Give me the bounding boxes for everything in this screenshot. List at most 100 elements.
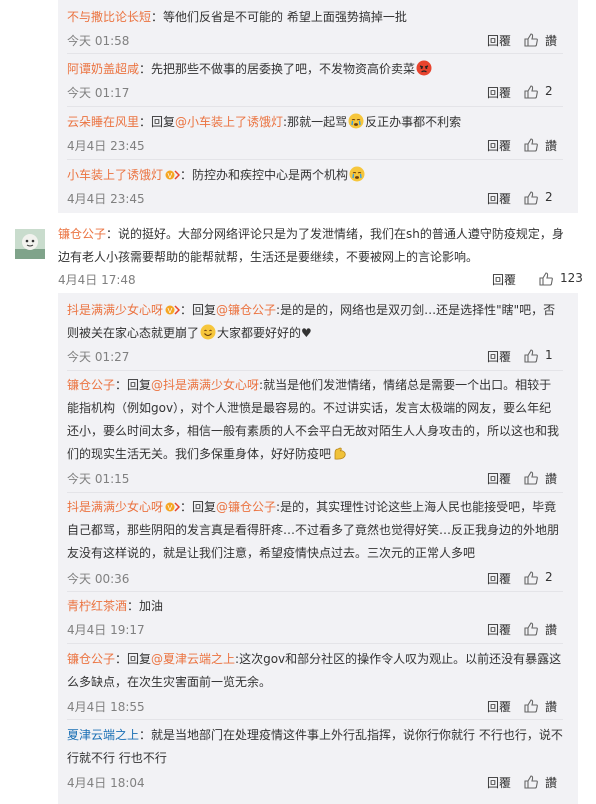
- angry-face-icon: [416, 60, 432, 76]
- divider: [67, 492, 563, 493]
- avatar-image: [15, 229, 45, 259]
- smile-face-icon: [200, 324, 216, 340]
- mention-link[interactable]: @夏津云端之上: [151, 652, 235, 666]
- like-button[interactable]: 123: [538, 271, 583, 287]
- thumbs-up-icon: [524, 33, 538, 47]
- divider: [67, 643, 563, 644]
- reply-button[interactable]: 回覆: [487, 190, 511, 207]
- thumbs-up-icon: [524, 138, 538, 152]
- reply-button[interactable]: 回覆: [487, 570, 511, 587]
- username-link[interactable]: 云朵睡在风里: [67, 115, 139, 129]
- like-button[interactable]: 讚: [523, 32, 563, 48]
- divider: [67, 370, 563, 371]
- crying-face-icon: [348, 113, 364, 129]
- sub-reply: 镰仓公子：回复@夏津云端之上:这次gov和部分社区的操作令人叹为观止。以前还没有…: [67, 648, 563, 714]
- like-count: 讚: [545, 623, 558, 637]
- like-count: 2: [545, 190, 553, 204]
- divider: [67, 719, 563, 720]
- sub-reply-content: 镰仓公子：回复@抖是满满少女心呀:就当是他们发泄情绪，情绪总是需要一个出口。相较…: [67, 378, 560, 461]
- username-link[interactable]: 不与撒比论长短: [67, 10, 151, 24]
- username-link[interactable]: 镰仓公子: [67, 378, 115, 392]
- sub-reply: 镰仓公子：回复@抖是满满少女心呀:就当是他们发泄情绪，情绪总是需要一个出口。相较…: [67, 374, 563, 486]
- crying-face-icon: [349, 166, 365, 182]
- sub-reply-content: 青柠红茶酒：加油: [67, 599, 164, 613]
- timestamp: 4月4日 23:45: [67, 139, 145, 153]
- sub-reply: 抖是满满少女心呀 V ：回复@镰仓公子:是的是的，网络也是双刃剑…还是选择性"瞎"吧…: [67, 299, 563, 364]
- mention-link[interactable]: @小车装上了诱饿灯: [175, 115, 283, 129]
- like-button[interactable]: 2: [523, 84, 563, 100]
- reply-button[interactable]: 回覆: [487, 348, 511, 365]
- like-button[interactable]: 2: [523, 570, 563, 586]
- mention-link[interactable]: @镰仓公子: [216, 303, 276, 317]
- timestamp: 今天 01:15: [67, 472, 130, 486]
- timestamp: 今天 00:36: [67, 572, 130, 586]
- divider: [67, 591, 563, 592]
- vip-badge-icon: V: [165, 502, 181, 512]
- username-link[interactable]: 镰仓公子: [58, 227, 106, 241]
- reply-button[interactable]: 回覆: [487, 32, 511, 49]
- like-count: 讚: [545, 34, 558, 48]
- sub-reply: 抖是满满少女心呀 V ：回复@镰仓公子:是的，其实理性讨论这些上海人民也能接受吧，毕…: [67, 496, 563, 586]
- timestamp: 今天 01:58: [67, 34, 130, 48]
- sub-reply-content: 抖是满满少女心呀 V ：回复@镰仓公子:是的，其实理性讨论这些上海人民也能接受吧，毕…: [67, 500, 560, 560]
- username-link[interactable]: 青柠红茶酒: [67, 599, 127, 613]
- like-count: 2: [545, 570, 553, 584]
- thumbs-up-icon: [524, 571, 538, 585]
- reply-button[interactable]: 回覆: [492, 271, 516, 288]
- sub-reply-list-bottom: 抖是满满少女心呀 V ：回复@镰仓公子:是的是的，网络也是双刃剑…还是选择性"瞎"吧…: [58, 293, 578, 804]
- sub-reply-content: 阿谭奶盖超咸：先把那些不做事的居委换了吧，不发物资高价卖菜: [67, 58, 563, 81]
- sub-reply-list-top: 不与撒比论长短：等他们反省是不可能的 希望上面强势搞掉一批 今天 01:58 回…: [58, 0, 578, 213]
- like-count: 2: [545, 84, 553, 98]
- like-count: 讚: [545, 139, 558, 153]
- like-button[interactable]: 讚: [523, 774, 563, 790]
- reply-button[interactable]: 回覆: [487, 621, 511, 638]
- timestamp: 今天 01:17: [67, 86, 130, 100]
- thumbs-up-icon: [524, 85, 538, 99]
- like-button[interactable]: 讚: [523, 621, 563, 637]
- sub-reply: 小车装上了诱饿灯 V ：防控办和疾控中心是两个机构 4月4日 23:45 回覆 2: [67, 164, 563, 206]
- like-button[interactable]: 讚: [523, 470, 563, 486]
- like-button[interactable]: 2: [523, 190, 563, 206]
- reply-button[interactable]: 回覆: [487, 470, 511, 487]
- sub-reply: 阿谭奶盖超咸：先把那些不做事的居委换了吧，不发物资高价卖菜 今天 01:17 回…: [67, 58, 563, 100]
- username-link[interactable]: 小车装上了诱饿灯: [67, 168, 163, 182]
- divider: [67, 53, 563, 54]
- username-link[interactable]: 夏津云端之上: [67, 728, 139, 742]
- divider: [67, 159, 563, 160]
- like-count: 讚: [545, 700, 558, 714]
- mention-link[interactable]: @镰仓公子: [216, 500, 276, 514]
- username-link[interactable]: 阿谭奶盖超咸: [67, 62, 139, 76]
- username-link[interactable]: 镰仓公子: [67, 652, 115, 666]
- svg-text:V: V: [168, 172, 173, 180]
- muscle-icon: [334, 447, 346, 460]
- reply-button[interactable]: 回覆: [487, 698, 511, 715]
- sub-reply-content: 云朵睡在风里：回复@小车装上了诱饿灯:那就一起骂 反正办事都不利索: [67, 113, 462, 129]
- timestamp: 4月4日 18:04: [67, 776, 145, 790]
- like-count: 讚: [545, 472, 558, 486]
- avatar[interactable]: [15, 229, 45, 259]
- sub-reply-content: 小车装上了诱饿灯 V ：防控办和疾控中心是两个机构: [67, 164, 563, 187]
- comment-content: 镰仓公子：说的挺好。大部分网络评论只是为了发泄情绪，我们在sh的普通人遵守防疫规…: [58, 227, 564, 264]
- thumbs-up-icon: [524, 191, 538, 205]
- reply-button[interactable]: 回覆: [487, 84, 511, 101]
- like-count: 讚: [545, 776, 558, 790]
- timestamp: 4月4日 17:48: [58, 273, 136, 287]
- like-button[interactable]: 讚: [523, 698, 563, 714]
- like-button[interactable]: 1: [523, 348, 563, 364]
- like-count: 123: [560, 271, 583, 285]
- timestamp: 4月4日 19:17: [67, 623, 145, 637]
- sub-reply-content: 抖是满满少女心呀 V ：回复@镰仓公子:是的是的，网络也是双刃剑…还是选择性"瞎"吧…: [67, 303, 556, 340]
- timestamp: 今天 01:27: [67, 350, 130, 364]
- top-level-comment: 镰仓公子：说的挺好。大部分网络评论只是为了发泄情绪，我们在sh的普通人遵守防疫规…: [58, 223, 583, 287]
- username-link[interactable]: 抖是满满少女心呀: [67, 500, 163, 514]
- username-link[interactable]: 抖是满满少女心呀: [67, 303, 163, 317]
- svg-text:V: V: [168, 307, 173, 315]
- timestamp: 4月4日 18:55: [67, 700, 145, 714]
- like-button[interactable]: 讚: [523, 137, 563, 153]
- thumbs-up-icon: [524, 349, 538, 363]
- reply-button[interactable]: 回覆: [487, 774, 511, 791]
- divider: [67, 106, 563, 107]
- mention-link[interactable]: @抖是满满少女心呀: [151, 378, 259, 392]
- sub-reply: 夏津云端之上：就是当地部门在处理疫情这件事上外行乱指挥，说你行你就行 不行也行，…: [67, 724, 563, 790]
- reply-button[interactable]: 回覆: [487, 137, 511, 154]
